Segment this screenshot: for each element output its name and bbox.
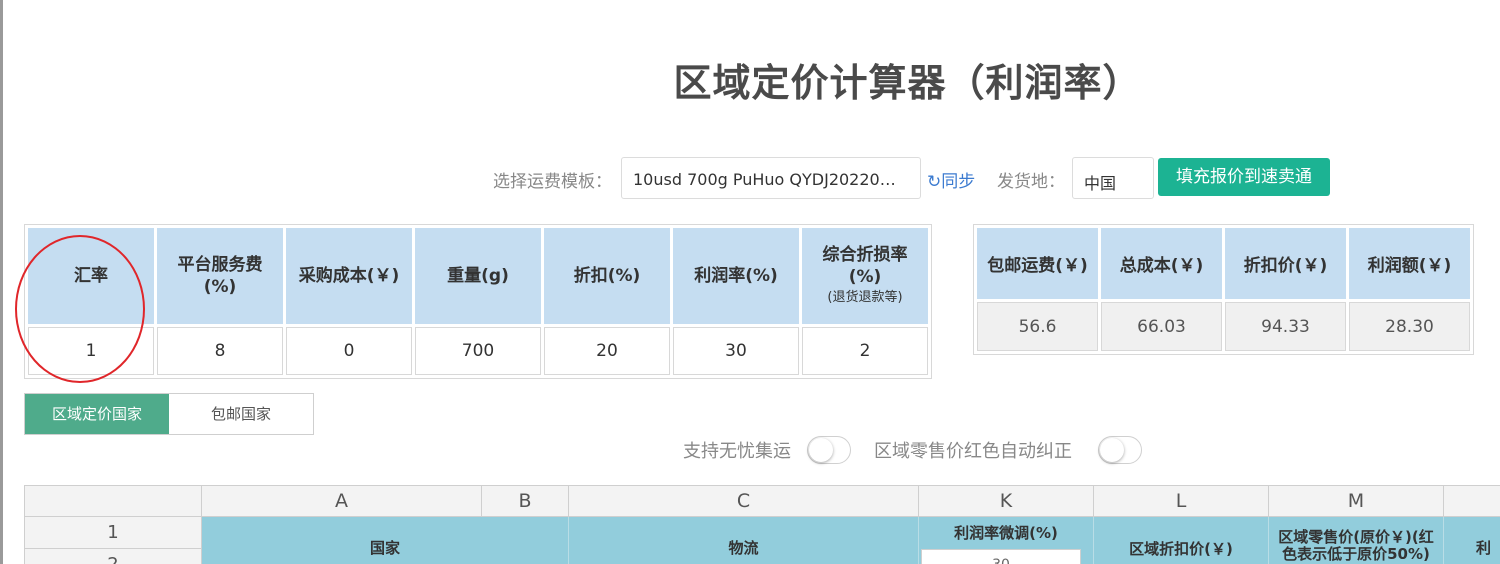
header-discount-price: 折扣价(￥)	[1225, 228, 1346, 299]
header-region-discount[interactable]: 区域折扣价(￥)	[1094, 517, 1269, 564]
header-loss-rate: 综合折损率 (%) (退货退款等)	[802, 228, 928, 324]
header-retail-line2: 色表示低于原价50%)	[1282, 545, 1430, 563]
column-header-next[interactable]	[1444, 486, 1500, 517]
cost-input[interactable]: 0	[286, 327, 412, 375]
shipping-template-select[interactable]: 10usd 700g PuHuo QYDJ20220…	[621, 157, 921, 199]
tab-region-pricing[interactable]: 区域定价国家	[25, 394, 169, 434]
template-label: 选择运费模板：	[493, 172, 612, 192]
total-cost-value: 66.03	[1101, 302, 1222, 351]
header-service-fee-line1: 平台服务费	[177, 255, 263, 275]
header-rate: 汇率	[28, 228, 154, 324]
row-header-2[interactable]: 2	[25, 549, 202, 564]
column-header-b[interactable]: B	[482, 486, 569, 517]
header-logistics[interactable]: 物流	[569, 517, 919, 564]
loss-rate-input[interactable]: 2	[802, 327, 928, 375]
worry-free-label: 支持无忧集运	[683, 441, 791, 462]
auto-correct-label: 区域零售价红色自动纠正	[874, 441, 1072, 462]
profit-adjust-input[interactable]: 30	[921, 549, 1081, 564]
page-title: 区域定价计算器（利润率）	[673, 61, 1142, 105]
tab-free-shipping[interactable]: 包邮国家	[169, 394, 313, 434]
spreadsheet: A B C K L M 1 2 国家 物流 利润率微调(%) 30 区域折扣价(…	[24, 485, 1500, 564]
header-weight: 重量(g)	[415, 228, 541, 324]
column-header-a[interactable]: A	[202, 486, 482, 517]
shipping-fee-value: 56.6	[977, 302, 1098, 351]
header-service-fee-line2: (%)	[203, 277, 237, 297]
column-header-m[interactable]: M	[1269, 486, 1444, 517]
toggle-knob	[1100, 438, 1124, 462]
header-shipping-fee: 包邮运费(￥)	[977, 228, 1098, 299]
header-loss-line1: 综合折损率	[822, 245, 908, 265]
service-fee-input[interactable]: 8	[157, 327, 283, 375]
origin-select[interactable]: 中国	[1072, 157, 1154, 199]
row-header-1[interactable]: 1	[25, 517, 202, 549]
header-loss-note: (退货退款等)	[827, 290, 903, 305]
profit-rate-input[interactable]: 30	[673, 327, 799, 375]
header-retail-price[interactable]: 区域零售价(原价￥)(红 色表示低于原价50%)	[1269, 517, 1444, 564]
sync-link[interactable]: ↻同步	[927, 167, 975, 192]
params-table: 汇率 平台服务费 (%) 采购成本(￥) 重量(g) 折扣(%) 利润率(%) …	[24, 224, 932, 379]
header-cost: 采购成本(￥)	[286, 228, 412, 324]
auto-correct-toggle[interactable]	[1098, 436, 1142, 464]
header-retail-line1: 区域零售价(原价￥)(红	[1278, 528, 1434, 546]
header-discount: 折扣(%)	[544, 228, 670, 324]
header-profit-amount: 利润额(￥)	[1349, 228, 1470, 299]
weight-input[interactable]: 700	[415, 327, 541, 375]
column-header-c[interactable]: C	[569, 486, 919, 517]
corner-cell[interactable]	[25, 486, 202, 517]
header-country[interactable]: 国家	[202, 517, 569, 564]
rate-input[interactable]: 1	[28, 327, 154, 375]
discount-price-value: 94.33	[1225, 302, 1346, 351]
column-header-k[interactable]: K	[919, 486, 1094, 517]
column-header-l[interactable]: L	[1094, 486, 1269, 517]
fill-price-button[interactable]: 填充报价到速卖通	[1158, 158, 1330, 196]
country-tabs: 区域定价国家 包邮国家	[24, 393, 314, 435]
worry-free-toggle[interactable]	[807, 436, 851, 464]
results-table: 包邮运费(￥) 总成本(￥) 折扣价(￥) 利润额(￥) 56.6 66.03 …	[973, 224, 1474, 355]
header-total-cost: 总成本(￥)	[1101, 228, 1222, 299]
discount-input[interactable]: 20	[544, 327, 670, 375]
toggle-knob	[809, 438, 833, 462]
header-cut-off[interactable]: 利	[1444, 517, 1500, 564]
origin-label: 发货地：	[997, 172, 1065, 192]
header-profit-rate: 利润率(%)	[673, 228, 799, 324]
header-loss-line2: (%)	[848, 267, 882, 287]
profit-amount-value: 28.30	[1349, 302, 1470, 351]
header-service-fee: 平台服务费 (%)	[157, 228, 283, 324]
